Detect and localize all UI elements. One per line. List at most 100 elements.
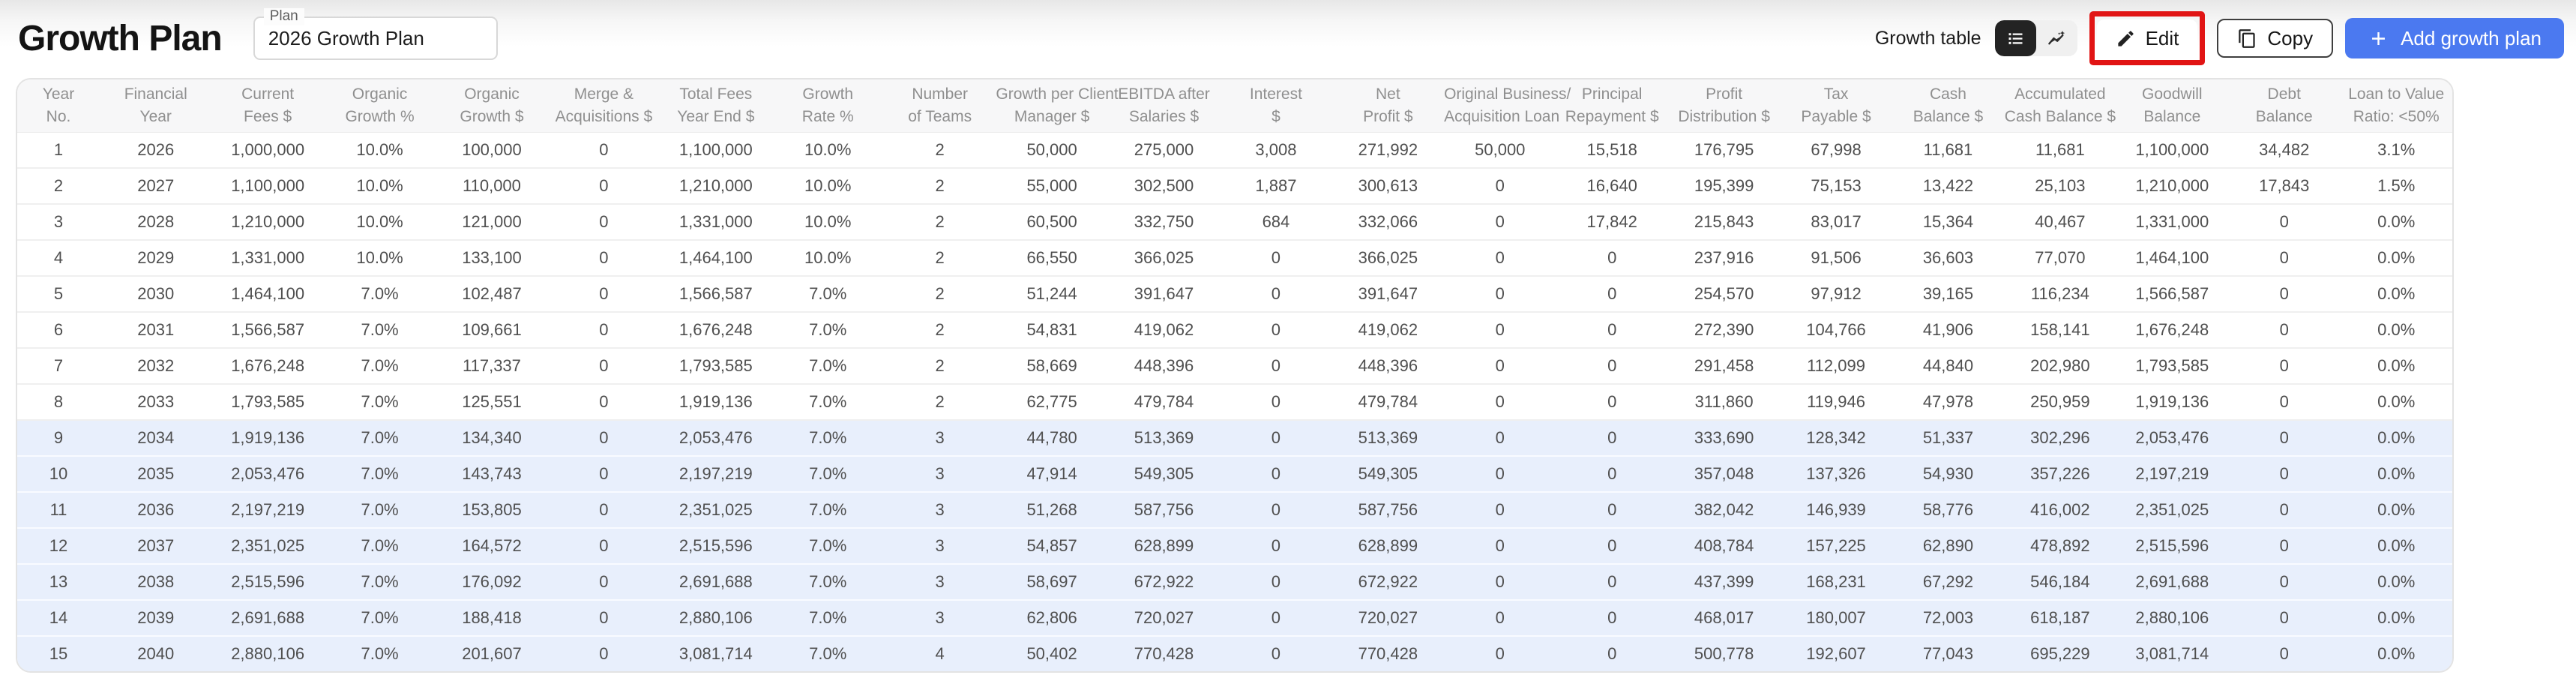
table-cell: 2 xyxy=(17,168,100,204)
header-cell: ProfitDistribution $ xyxy=(1668,80,1780,133)
table-cell: 7.0% xyxy=(772,636,884,671)
table-cell: 192,607 xyxy=(1780,636,1892,671)
table-view-toggle[interactable] xyxy=(1995,20,2036,56)
table-cell: 7.0% xyxy=(772,276,884,312)
table-cell: 16,640 xyxy=(1556,168,1667,204)
table-cell: 391,647 xyxy=(1332,276,1444,312)
table-cell: 0 xyxy=(1444,204,1556,240)
table-cell: 2039 xyxy=(100,600,211,636)
table-cell: 10.0% xyxy=(324,133,436,169)
table-cell: 628,899 xyxy=(1332,528,1444,564)
table-cell: 0 xyxy=(1444,600,1556,636)
table-cell: 2,351,025 xyxy=(211,528,323,564)
table-cell: 75,153 xyxy=(1780,168,1892,204)
table-cell: 2037 xyxy=(100,528,211,564)
plan-select-field[interactable]: Plan xyxy=(253,16,498,60)
table-cell: 1,566,587 xyxy=(2116,276,2228,312)
table-cell: 0 xyxy=(2228,420,2340,456)
table-cell: 333,690 xyxy=(1668,420,1780,456)
table-cell: 7.0% xyxy=(324,600,436,636)
table-cell: 0.0% xyxy=(2340,528,2452,564)
table-cell: 0 xyxy=(548,456,660,492)
table-cell: 176,092 xyxy=(436,564,547,600)
table-cell: 0 xyxy=(1556,600,1667,636)
table-cell: 419,062 xyxy=(1108,312,1220,348)
table-cell: 0 xyxy=(548,384,660,420)
table-cell: 0 xyxy=(1556,564,1667,600)
table-cell: 479,784 xyxy=(1332,384,1444,420)
table-cell: 10 xyxy=(17,456,100,492)
table-cell: 188,418 xyxy=(436,600,547,636)
table-cell: 1,676,248 xyxy=(2116,312,2228,348)
table-cell: 0 xyxy=(1444,240,1556,276)
table-cell: 391,647 xyxy=(1108,276,1220,312)
table-cell: 0 xyxy=(548,528,660,564)
table-cell: 0.0% xyxy=(2340,204,2452,240)
table-cell: 15 xyxy=(17,636,100,671)
table-cell: 0 xyxy=(2228,492,2340,528)
table-cell: 0.0% xyxy=(2340,384,2452,420)
list-icon xyxy=(2005,28,2026,49)
table-cell: 0 xyxy=(1220,312,1331,348)
table-cell: 67,292 xyxy=(1892,564,2004,600)
table-cell: 0 xyxy=(1220,348,1331,384)
table-cell: 176,795 xyxy=(1668,133,1780,169)
table-cell: 0.0% xyxy=(2340,348,2452,384)
table-cell: 1,210,000 xyxy=(660,168,771,204)
table-cell: 2 xyxy=(884,168,996,204)
header-cell: TaxPayable $ xyxy=(1780,80,1892,133)
header-cell: Total FeesYear End $ xyxy=(660,80,771,133)
table-cell: 1,566,587 xyxy=(211,312,323,348)
table-cell: 55,000 xyxy=(996,168,1107,204)
table-cell: 40,467 xyxy=(2004,204,2116,240)
chart-view-toggle[interactable] xyxy=(2036,20,2077,56)
table-cell: 2,351,025 xyxy=(660,492,771,528)
table-row: 1520402,880,1067.0%201,60703,081,7147.0%… xyxy=(17,636,2452,671)
header-cell: EBITDA afterSalaries $ xyxy=(1108,80,1220,133)
table-cell: 1,919,136 xyxy=(211,420,323,456)
table-cell: 47,978 xyxy=(1892,384,2004,420)
table-cell: 587,756 xyxy=(1332,492,1444,528)
table-cell: 1,210,000 xyxy=(211,204,323,240)
table-cell: 1,676,248 xyxy=(211,348,323,384)
table-cell: 2,691,688 xyxy=(2116,564,2228,600)
insights-icon xyxy=(2047,28,2067,49)
table-cell: 14 xyxy=(17,600,100,636)
add-growth-plan-button[interactable]: Add growth plan xyxy=(2345,18,2564,58)
table-cell: 119,946 xyxy=(1780,384,1892,420)
table-cell: 0 xyxy=(548,312,660,348)
edit-button[interactable]: Edit xyxy=(2097,20,2198,57)
table-cell: 44,840 xyxy=(1892,348,2004,384)
table-cell: 478,892 xyxy=(2004,528,2116,564)
table-cell: 1,919,136 xyxy=(660,384,771,420)
table-cell: 134,340 xyxy=(436,420,547,456)
header-cell: Numberof Teams xyxy=(884,80,996,133)
table-cell: 0 xyxy=(548,204,660,240)
table-cell: 0.0% xyxy=(2340,456,2452,492)
copy-button[interactable]: Copy xyxy=(2217,19,2333,58)
table-cell: 1,210,000 xyxy=(2116,168,2228,204)
table-cell: 62,806 xyxy=(996,600,1107,636)
growth-table-label: Growth table xyxy=(1875,28,1981,50)
table-cell: 448,396 xyxy=(1332,348,1444,384)
table-cell: 0.0% xyxy=(2340,564,2452,600)
table-cell: 3 xyxy=(884,420,996,456)
table-row: 1320382,515,5967.0%176,09202,691,6887.0%… xyxy=(17,564,2452,600)
table-cell: 54,831 xyxy=(996,312,1107,348)
table-cell: 7.0% xyxy=(324,420,436,456)
table-cell: 4 xyxy=(884,636,996,671)
table-cell: 672,922 xyxy=(1108,564,1220,600)
table-cell: 128,342 xyxy=(1780,420,1892,456)
table-cell: 3 xyxy=(884,492,996,528)
table-cell: 0.0% xyxy=(2340,312,2452,348)
table-cell: 7.0% xyxy=(772,492,884,528)
table-cell: 549,305 xyxy=(1332,456,1444,492)
table-cell: 382,042 xyxy=(1668,492,1780,528)
table-cell: 7.0% xyxy=(772,528,884,564)
table-cell: 300,613 xyxy=(1332,168,1444,204)
table-cell: 97,912 xyxy=(1780,276,1892,312)
table-cell: 2,053,476 xyxy=(2116,420,2228,456)
table-cell: 51,244 xyxy=(996,276,1107,312)
table-cell: 7.0% xyxy=(772,312,884,348)
table-cell: 7.0% xyxy=(324,564,436,600)
